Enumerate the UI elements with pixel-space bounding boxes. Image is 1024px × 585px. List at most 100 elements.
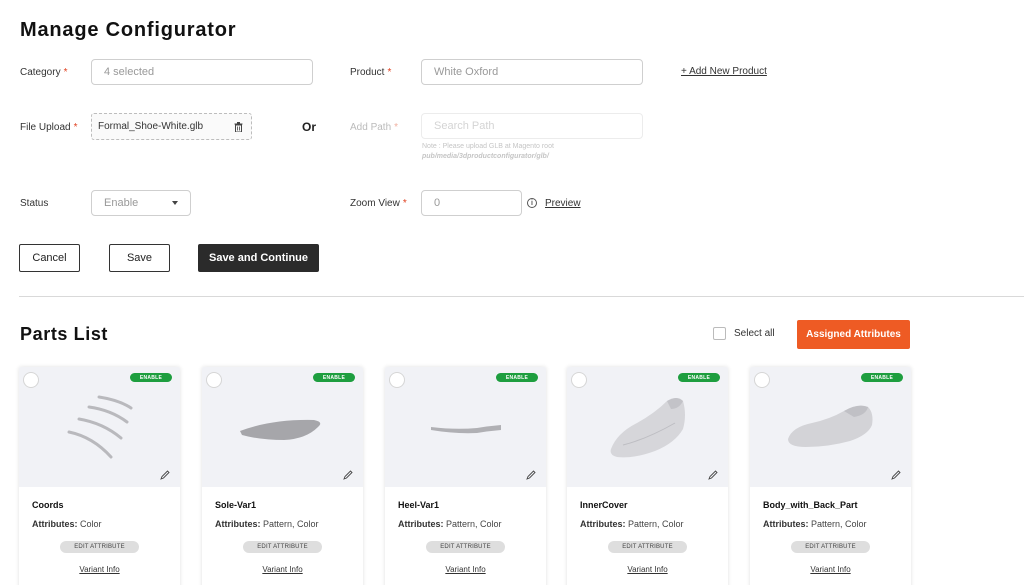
edit-attribute-button[interactable]: EDIT ATTRIBUTE — [60, 541, 139, 553]
required-mark: * — [394, 122, 399, 133]
pencil-icon[interactable] — [891, 470, 901, 480]
variant-info-link[interactable]: Variant Info — [19, 565, 180, 574]
attributes-label: Attributes: — [580, 519, 626, 529]
page-title: Manage Configurator — [20, 19, 237, 41]
part-attributes: Attributes: Pattern, Color — [763, 519, 867, 529]
edit-attribute-button[interactable]: EDIT ATTRIBUTE — [608, 541, 687, 553]
attributes-label: Attributes: — [398, 519, 444, 529]
add-new-product-link[interactable]: + Add New Product — [681, 66, 767, 77]
sole-image — [240, 419, 321, 440]
variant-info-link[interactable]: Variant Info — [567, 565, 728, 574]
attributes-value: Pattern, Color — [446, 519, 502, 529]
add-path-label-text: Add Path — [350, 122, 392, 133]
cancel-button[interactable]: Cancel — [19, 244, 80, 272]
status-badge: ENABLE — [496, 373, 538, 382]
part-name: Coords — [32, 500, 64, 510]
part-media: ENABLE — [750, 367, 911, 487]
select-all-label: Select all — [734, 328, 775, 339]
required-mark: * — [387, 67, 392, 78]
chevron-down-icon — [172, 201, 178, 205]
parts-list-title: Parts List — [20, 324, 109, 344]
part-select-radio[interactable] — [571, 372, 587, 388]
status-value: Enable — [104, 197, 139, 209]
attributes-value: Pattern, Color — [263, 519, 319, 529]
part-media: ENABLE — [567, 367, 728, 487]
zoom-view-label-text: Zoom View — [350, 198, 400, 209]
preview-link[interactable]: Preview — [545, 198, 581, 209]
pencil-icon[interactable] — [708, 470, 718, 480]
add-path-label: Add Path * — [350, 122, 398, 133]
add-path-note: Note : Please upload GLB at Magento root… — [422, 142, 554, 162]
status-badge: ENABLE — [861, 373, 903, 382]
assigned-attributes-button[interactable]: Assigned Attributes — [797, 320, 910, 349]
part-media: ENABLE — [19, 367, 180, 487]
edit-attribute-button[interactable]: EDIT ATTRIBUTE — [243, 541, 322, 553]
part-select-radio[interactable] — [389, 372, 405, 388]
status-label: Status — [20, 198, 49, 209]
file-upload-label: File Upload * — [20, 122, 78, 133]
file-upload-box[interactable]: Formal_Shoe-White.glb — [91, 113, 252, 140]
pencil-icon[interactable] — [526, 470, 536, 480]
uploaded-file-name: Formal_Shoe-White.glb — [98, 121, 204, 132]
part-attributes: Attributes: Pattern, Color — [215, 519, 319, 529]
variant-info-link[interactable]: Variant Info — [750, 565, 911, 574]
variant-info-link[interactable]: Variant Info — [385, 565, 546, 574]
part-select-radio[interactable] — [206, 372, 222, 388]
product-value: White Oxford — [434, 66, 499, 78]
part-media: ENABLE — [202, 367, 363, 487]
part-attributes: Attributes: Color — [32, 519, 102, 529]
part-name: Heel-Var1 — [398, 500, 440, 510]
product-label: Product * — [350, 67, 391, 78]
info-icon[interactable]: i — [527, 198, 537, 208]
edit-attribute-button[interactable]: EDIT ATTRIBUTE — [426, 541, 505, 553]
select-all-checkbox[interactable] — [713, 327, 726, 340]
zoom-view-label: Zoom View * — [350, 198, 407, 209]
file-upload-label-text: File Upload — [20, 122, 71, 133]
status-badge: ENABLE — [130, 373, 172, 382]
category-multiselect[interactable]: 4 selected — [91, 59, 313, 85]
part-select-radio[interactable] — [23, 372, 39, 388]
category-label: Category * — [20, 67, 67, 78]
add-path-input[interactable]: Search Path — [421, 113, 643, 139]
add-path-note-path: pub/media/3dproductconfigurator/glb/ — [422, 153, 549, 160]
category-value: 4 selected — [104, 66, 155, 78]
part-name: InnerCover — [580, 500, 628, 510]
part-card[interactable]: ENABLE Body_with_Back_Part Attributes: P… — [750, 367, 911, 585]
part-select-radio[interactable] — [754, 372, 770, 388]
shoe-body-image — [788, 405, 873, 447]
attributes-value: Color — [80, 519, 102, 529]
select-all-control[interactable]: Select all — [713, 327, 775, 340]
coords-lines-image — [67, 395, 133, 459]
part-card[interactable]: ENABLE Sole-Var1 Attributes: Pattern, Co… — [202, 367, 363, 585]
section-divider — [19, 296, 1024, 297]
required-mark: * — [73, 122, 78, 133]
attributes-label: Attributes: — [215, 519, 261, 529]
zoom-view-value: 0 — [434, 197, 441, 209]
trash-icon[interactable] — [234, 121, 243, 132]
attributes-value: Pattern, Color — [811, 519, 867, 529]
or-separator: Or — [302, 120, 317, 134]
attributes-label: Attributes: — [32, 519, 78, 529]
status-select[interactable]: Enable — [91, 190, 191, 216]
add-path-placeholder: Search Path — [434, 120, 495, 132]
heel-image — [431, 425, 501, 434]
zoom-view-input[interactable]: 0 — [421, 190, 522, 216]
required-mark: * — [63, 67, 68, 78]
save-and-continue-button[interactable]: Save and Continue — [198, 244, 319, 272]
part-card[interactable]: ENABLE Heel-Var1 Attributes: Pattern, Co… — [385, 367, 546, 585]
part-card[interactable]: ENABLE InnerCover Attributes: Pattern, C… — [567, 367, 728, 585]
pencil-icon[interactable] — [160, 470, 170, 480]
status-badge: ENABLE — [313, 373, 355, 382]
variant-info-link[interactable]: Variant Info — [202, 565, 363, 574]
save-button[interactable]: Save — [109, 244, 170, 272]
part-media: ENABLE — [385, 367, 546, 487]
part-attributes: Attributes: Pattern, Color — [398, 519, 502, 529]
part-name: Body_with_Back_Part — [763, 500, 858, 510]
attributes-value: Pattern, Color — [628, 519, 684, 529]
part-card[interactable]: ENABLE Coords Attributes: Color EDIT ATT… — [19, 367, 180, 585]
status-badge: ENABLE — [678, 373, 720, 382]
edit-attribute-button[interactable]: EDIT ATTRIBUTE — [791, 541, 870, 553]
add-path-note-text: Note : Please upload GLB at Magento root — [422, 143, 554, 150]
product-select[interactable]: White Oxford — [421, 59, 643, 85]
pencil-icon[interactable] — [343, 470, 353, 480]
